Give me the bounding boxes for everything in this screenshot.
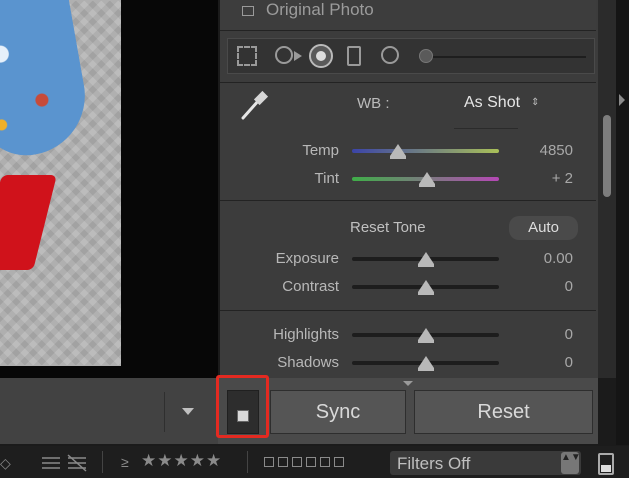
radial-filter-icon[interactable] — [381, 46, 399, 64]
photo-detail — [0, 0, 95, 164]
divider — [220, 82, 596, 83]
flag-filter-icon[interactable] — [40, 452, 90, 474]
divider — [220, 30, 596, 31]
red-eye-icon[interactable] — [309, 44, 333, 68]
divider — [220, 200, 596, 201]
auto-tone-button[interactable]: Auto — [509, 216, 578, 240]
tint-value[interactable]: + 2 — [513, 170, 573, 187]
divider — [247, 451, 248, 473]
contrast-value[interactable]: 0 — [513, 278, 573, 295]
reset-tone-label[interactable]: Reset Tone — [350, 219, 426, 236]
highlight-frame — [216, 375, 269, 438]
temp-slider-knob[interactable] — [389, 144, 406, 159]
spot-removal-icon[interactable] — [275, 46, 293, 64]
toolbar-menu-caret-icon[interactable] — [182, 408, 194, 415]
rating-operator[interactable]: ≥ — [121, 454, 129, 470]
toggle-indicator-icon — [601, 465, 611, 472]
wb-updown-icon: ⇕ — [531, 97, 540, 108]
highlights-label: Highlights — [273, 326, 339, 343]
filters-value: Filters Off — [397, 454, 471, 473]
sync-button[interactable]: Sync — [270, 390, 406, 434]
divider — [102, 451, 103, 473]
temp-label: Temp — [302, 142, 339, 159]
exposure-slider-knob[interactable] — [417, 252, 434, 267]
adjustment-brush-icon[interactable] — [419, 49, 433, 63]
graduated-filter-icon[interactable] — [347, 46, 361, 66]
filmstrip-left-icon[interactable]: ◇ — [0, 455, 11, 472]
rating-stars-filter[interactable]: ★★★★★ — [141, 451, 222, 471]
spot-removal-arrow-icon — [294, 51, 302, 61]
temp-slider[interactable] — [352, 149, 499, 153]
exposure-value[interactable]: 0.00 — [513, 250, 573, 267]
contrast-slider-knob[interactable] — [417, 280, 434, 295]
tool-strip — [227, 38, 595, 74]
photo-detail — [0, 175, 57, 270]
right-edge — [616, 0, 629, 445]
wb-label: WB : — [357, 95, 390, 112]
temp-value[interactable]: 4850 — [513, 142, 573, 159]
wb-underline — [454, 128, 518, 129]
checkbox-icon[interactable] — [242, 6, 254, 16]
original-photo-label: Original Photo — [266, 0, 374, 19]
panel-expand-icon[interactable] — [619, 94, 625, 106]
color-label-icon[interactable] — [278, 457, 288, 467]
tint-label: Tint — [314, 170, 339, 187]
highlights-slider-knob[interactable] — [417, 328, 434, 343]
tint-slider-knob[interactable] — [418, 172, 435, 187]
shadows-value[interactable]: 0 — [513, 354, 573, 371]
shadows-label: Shadows — [277, 354, 339, 371]
filters-updown-icon[interactable]: ▲▼ — [561, 452, 581, 474]
color-label-icon[interactable] — [292, 457, 302, 467]
color-label-icon[interactable] — [320, 457, 330, 467]
adjustment-brush-track — [426, 56, 586, 58]
shadows-slider-knob[interactable] — [417, 356, 434, 371]
divider — [220, 310, 596, 311]
eyedropper-icon[interactable] — [237, 88, 273, 124]
scrollbar-thumb[interactable] — [603, 115, 611, 197]
contrast-label: Contrast — [282, 278, 339, 295]
photo-preview — [0, 0, 121, 366]
highlights-value[interactable]: 0 — [513, 326, 573, 343]
panel-collapse-arrow-icon[interactable] — [403, 381, 413, 386]
crop-overlay-icon[interactable] — [237, 46, 257, 66]
color-label-icon[interactable] — [306, 457, 316, 467]
color-label-icon[interactable] — [334, 457, 344, 467]
toolbar-divider — [164, 392, 165, 432]
color-label-icon[interactable] — [264, 457, 274, 467]
color-label-filter[interactable] — [264, 457, 374, 469]
exposure-label: Exposure — [275, 250, 339, 267]
wb-select[interactable]: As Shot — [464, 94, 520, 112]
reset-button[interactable]: Reset — [414, 390, 593, 434]
